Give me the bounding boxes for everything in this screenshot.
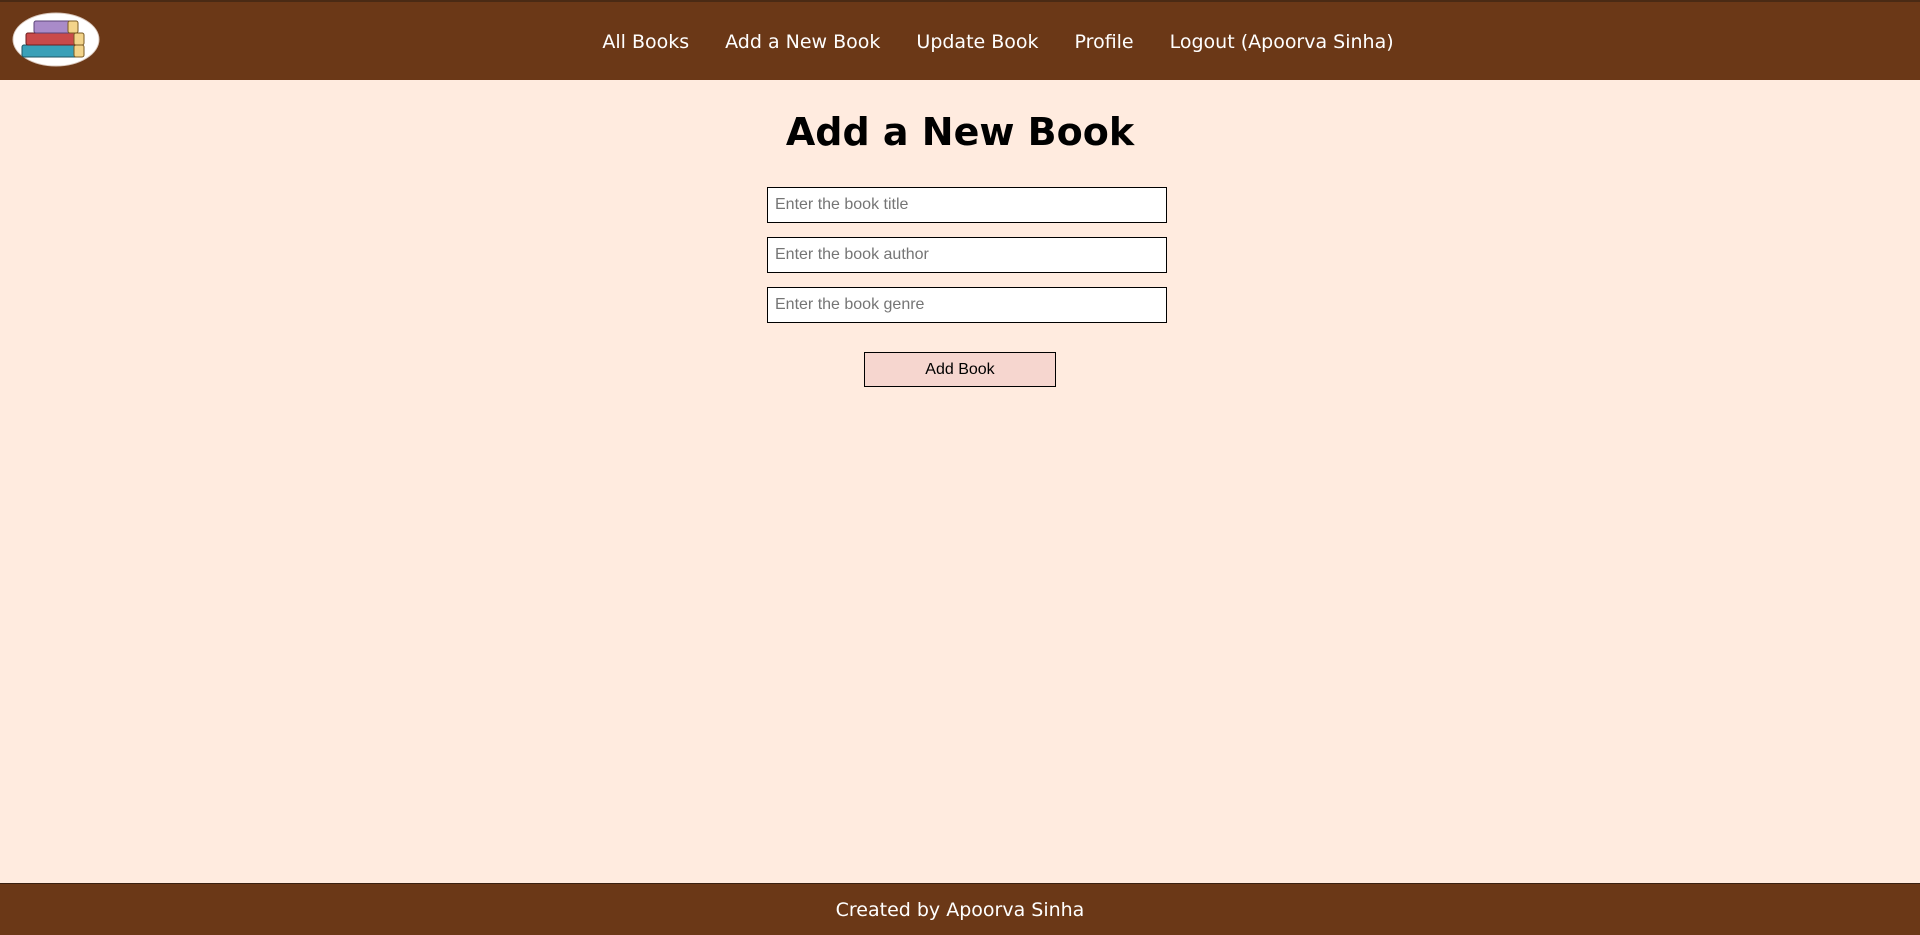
nav-link-add-book[interactable]: Add a New Book (725, 31, 880, 53)
add-book-button[interactable]: Add Book (864, 352, 1056, 387)
footer: Created by Apoorva Sinha (0, 883, 1920, 935)
nav-link-all-books[interactable]: All Books (602, 31, 689, 53)
nav-link-profile[interactable]: Profile (1075, 31, 1134, 53)
main-content: Add a New Book Add Book (0, 80, 1920, 883)
nav-links: All Books Add a New Book Update Book Pro… (0, 2, 1920, 82)
page: All Books Add a New Book Update Book Pro… (0, 0, 1920, 935)
nav-link-logout[interactable]: Logout (Apoorva Sinha) (1170, 31, 1394, 53)
book-title-input[interactable] (767, 187, 1167, 223)
nav-link-update-book[interactable]: Update Book (916, 31, 1038, 53)
book-author-input[interactable] (767, 237, 1167, 273)
top-navbar: All Books Add a New Book Update Book Pro… (0, 0, 1920, 80)
book-genre-input[interactable] (767, 287, 1167, 323)
page-title: Add a New Book (785, 110, 1135, 154)
footer-credit: Created by Apoorva Sinha (835, 898, 1085, 921)
